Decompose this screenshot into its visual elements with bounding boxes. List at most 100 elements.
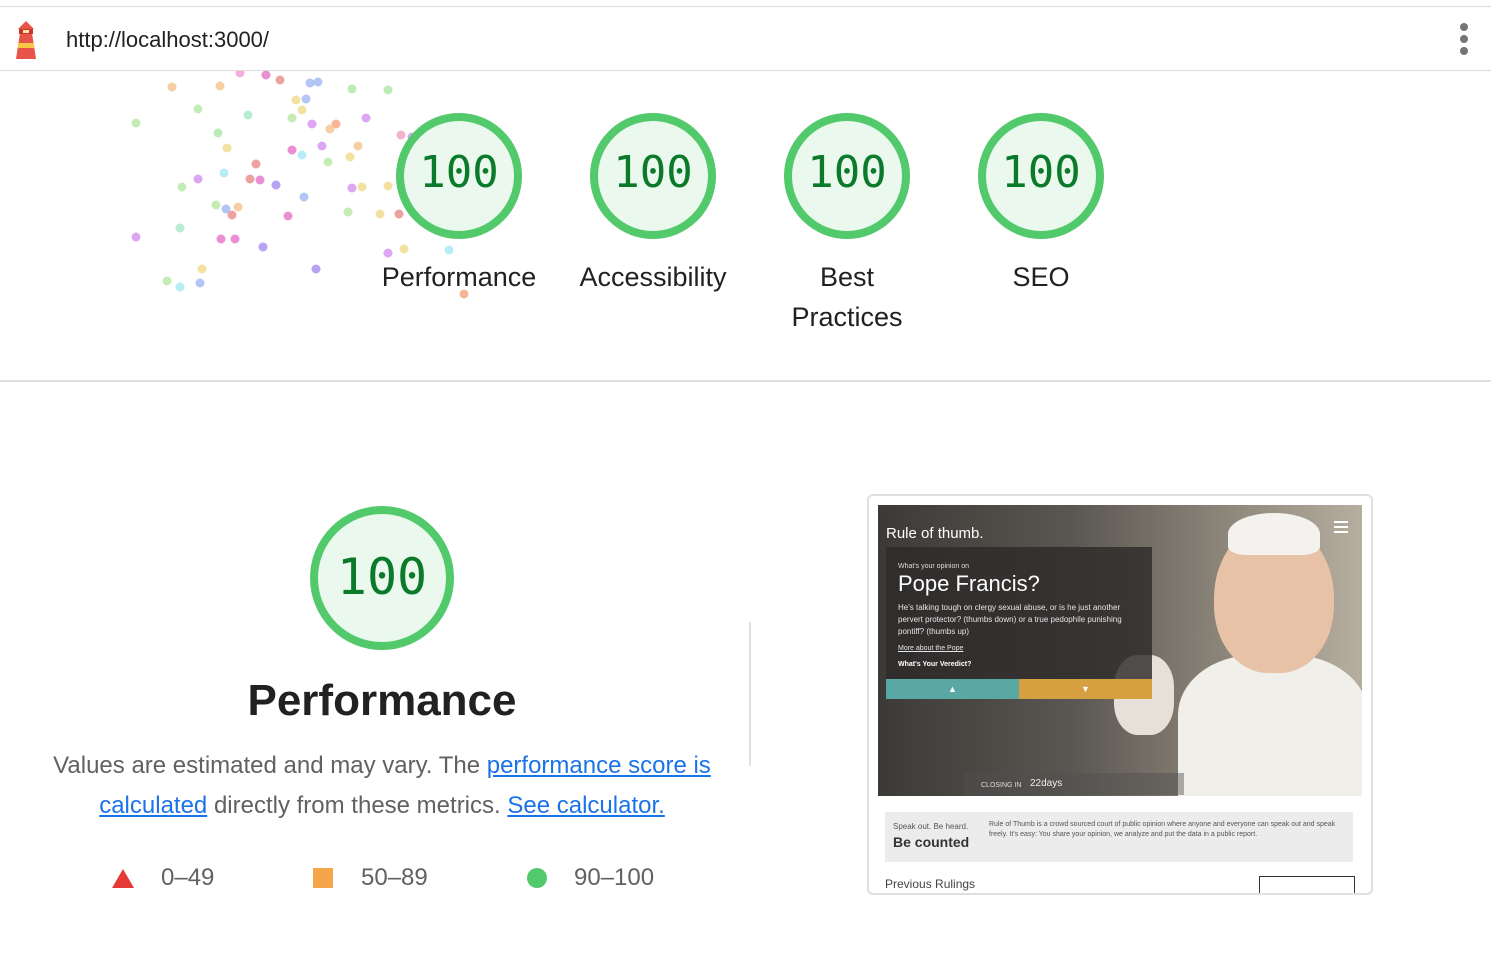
confetti-dot (195, 278, 205, 288)
gauge-label: Performance (381, 262, 537, 292)
site-brand: Rule of thumb. (886, 525, 984, 542)
confetti-dot (347, 183, 357, 193)
card-body: He's talking tough on clergy sexual abus… (898, 603, 1122, 636)
desc-text: Values are estimated and may vary. The (53, 752, 487, 779)
fail-triangle-icon (112, 869, 134, 888)
thumbs-up-icon: ▲ (948, 684, 957, 694)
confetti-dot (311, 264, 321, 274)
confetti-dot (235, 71, 245, 78)
confetti-dot (131, 232, 141, 242)
confetti-dot (307, 119, 317, 129)
confetti-dot (193, 104, 203, 114)
confetti-dot (347, 84, 357, 94)
confetti-dot (243, 110, 253, 120)
hamburger-icon (1334, 521, 1348, 536)
thumbs-down-bar: ▼ (1019, 679, 1152, 699)
confetti-dot (301, 94, 311, 104)
performance-description: Values are estimated and may vary. The p… (52, 746, 712, 826)
closing-label: CLOSING IN (981, 782, 1022, 789)
lighthouse-icon (16, 21, 36, 59)
confetti-dot (230, 234, 240, 244)
gauge-score: 100 (1001, 147, 1081, 198)
gauge-label: SEO (1012, 262, 1070, 292)
legend-range-fail: 0–49 (161, 864, 215, 891)
thumbs-up-bar: ▲ (886, 679, 1019, 699)
legend-range-average: 50–89 (361, 864, 428, 891)
confetti-dot (177, 182, 187, 192)
gauge-score: 100 (613, 147, 693, 198)
confetti-dot (167, 82, 177, 92)
desc-text: directly from these metrics. (207, 792, 508, 819)
confetti-dot (287, 113, 297, 123)
confetti-dot (275, 75, 285, 85)
previous-rulings-heading: Previous Rulings (885, 877, 976, 891)
speak-out-text: Speak out. Be heard. (893, 822, 969, 831)
average-square-icon (313, 868, 333, 888)
kebab-menu-icon[interactable] (1453, 21, 1475, 57)
confetti-dot (131, 118, 141, 128)
confetti-dot (175, 223, 185, 233)
confetti-dot (222, 143, 232, 153)
card-kicker: What's your opinion on (898, 563, 969, 570)
confetti-dot (211, 200, 221, 210)
confetti-dot (227, 210, 237, 220)
confetti-dot (193, 174, 203, 184)
see-calculator-link[interactable]: See calculator. (507, 792, 664, 819)
gauge-best-practices[interactable]: 100 Best Practices (747, 111, 947, 337)
gauge-accessibility[interactable]: 100 Accessibility (553, 111, 753, 297)
confetti-dot (255, 175, 265, 185)
confetti-dot (162, 276, 172, 286)
confetti-dot (219, 168, 229, 178)
section-divider (0, 380, 1491, 382)
be-counted-text: Be counted (893, 834, 970, 850)
vertical-divider (749, 622, 751, 766)
strip-description: Rule of Thumb is a crowd sourced court o… (989, 821, 1336, 838)
confetti-dot (213, 128, 223, 138)
pope-zucchetto (1228, 513, 1320, 555)
pass-circle-icon (527, 868, 547, 888)
confetti-dot (271, 180, 281, 190)
gauge-score: 100 (419, 147, 499, 198)
confetti-dot (215, 81, 225, 91)
performance-score: 100 (336, 548, 428, 606)
dropdown-box (1259, 876, 1355, 893)
screenshot-hero: Rule of thumb. What's your opinion on Po… (878, 505, 1362, 796)
confetti-dot (317, 141, 327, 151)
gauge-performance[interactable]: 100 Performance (359, 111, 559, 297)
final-screenshot[interactable]: Rule of thumb. What's your opinion on Po… (867, 494, 1373, 895)
thumbs-down-icon: ▼ (1081, 684, 1090, 694)
performance-title: Performance (247, 676, 517, 725)
card-verdict: What's Your Veredict? (898, 661, 972, 668)
gauge-score: 100 (807, 147, 887, 198)
gauge-label: Best Practices (791, 262, 903, 332)
confetti-dot (245, 174, 255, 184)
confetti-dot (343, 207, 353, 217)
confetti-dot (258, 242, 268, 252)
confetti-dot (175, 282, 185, 292)
confetti-dot (383, 85, 393, 95)
confetti-dot (323, 157, 333, 167)
confetti-dot (297, 105, 307, 115)
card-link: More about the Pope (898, 645, 964, 652)
report-topbar: http://localhost:3000/ (0, 7, 1491, 71)
confetti-dot (299, 192, 309, 202)
confetti-dot (216, 234, 226, 244)
closing-days: 22days (1030, 778, 1063, 789)
gauge-label: Accessibility (579, 262, 727, 292)
confetti-dot (233, 202, 243, 212)
confetti-dot (251, 159, 261, 169)
confetti-dot (297, 150, 307, 160)
gauge-seo[interactable]: 100 SEO (941, 111, 1141, 297)
confetti-dot (287, 145, 297, 155)
opinion-card: What's your opinion on Pope Francis? He'… (886, 547, 1152, 699)
confetti-dot (305, 78, 315, 88)
report-url: http://localhost:3000/ (66, 27, 270, 52)
confetti-dot (291, 95, 301, 105)
pope-robe (1178, 655, 1362, 796)
confetti-dot (313, 77, 323, 87)
confetti-dot (283, 211, 293, 221)
confetti-dot (345, 152, 355, 162)
info-strip: Speak out. Be heard. Be counted Rule of … (885, 812, 1353, 862)
confetti-dot (261, 71, 271, 80)
confetti-dot (325, 124, 335, 134)
